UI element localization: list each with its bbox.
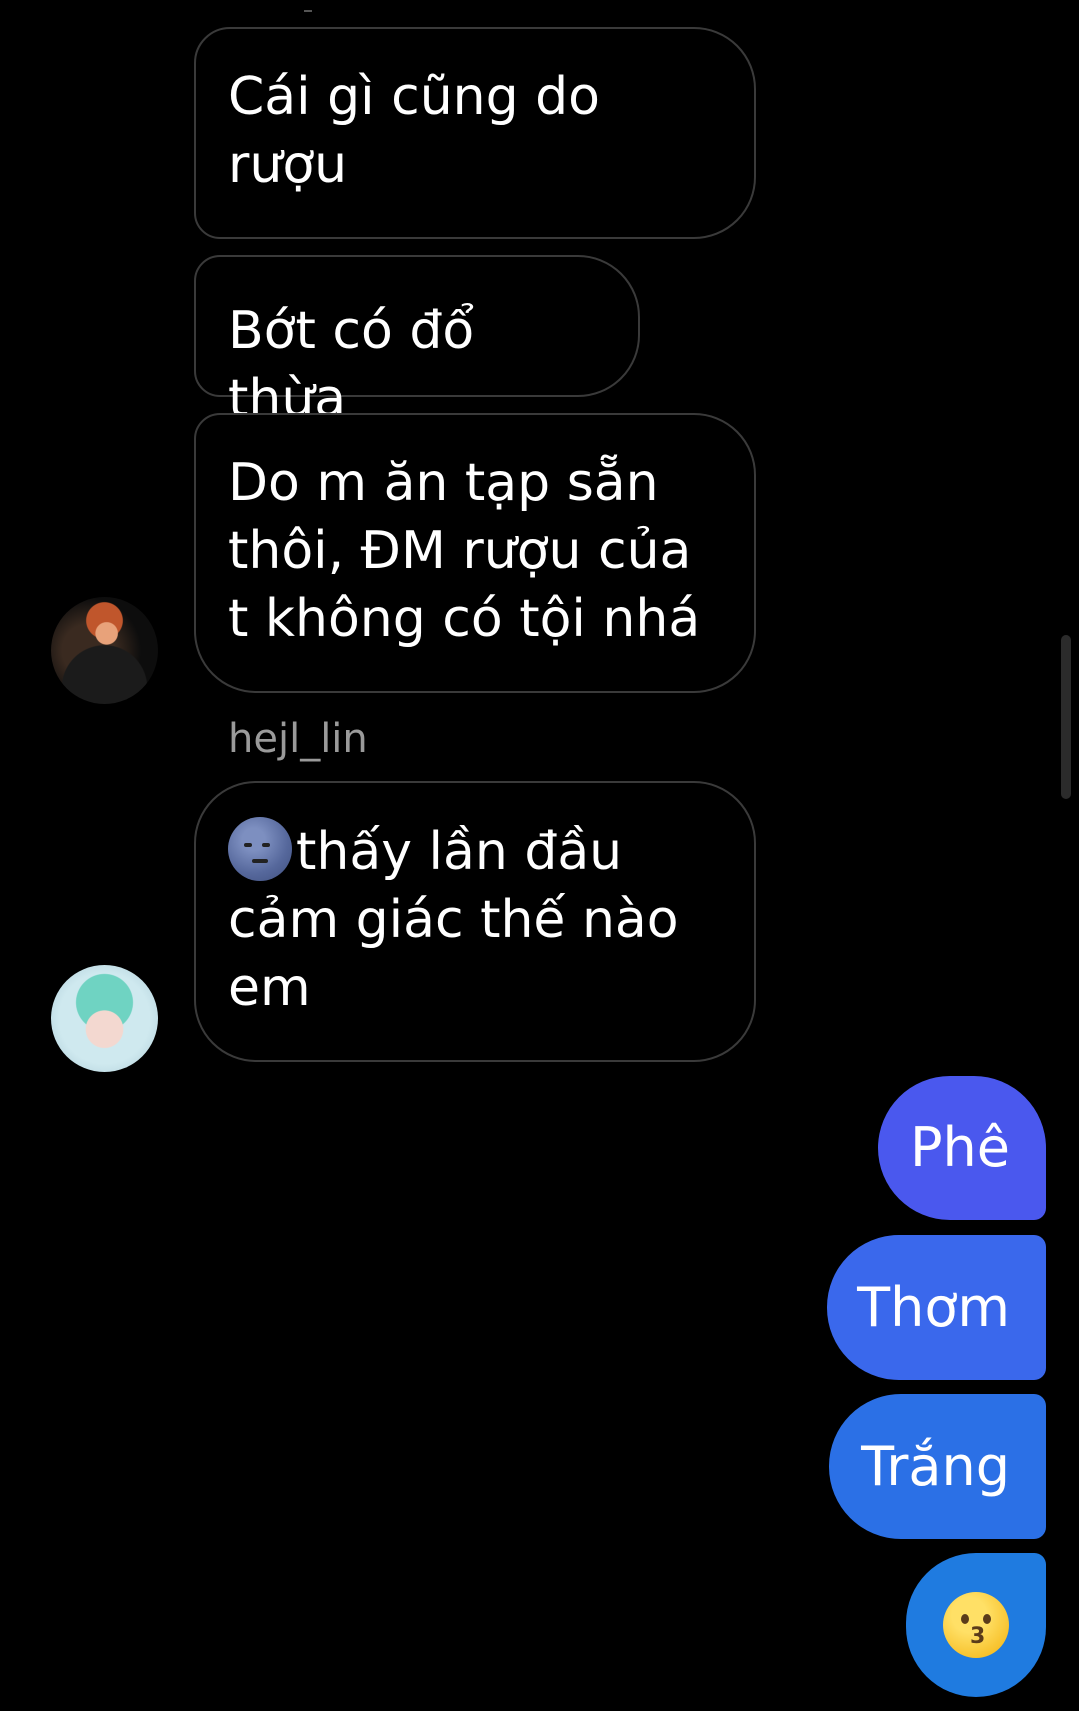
message-incoming-1[interactable]: Cái gì cũng do rượu xyxy=(194,27,756,239)
new-moon-face-emoji-icon xyxy=(228,817,292,881)
scrollbar[interactable] xyxy=(1061,635,1071,799)
top-edge-mark xyxy=(304,10,312,12)
message-outgoing-2[interactable]: Thơm xyxy=(827,1235,1046,1380)
kissing-face-emoji-icon xyxy=(943,1592,1009,1658)
message-text: Do m ăn tạp sẵn thôi, ĐM rượu của t khôn… xyxy=(228,453,701,649)
avatar-sender-1[interactable] xyxy=(51,597,158,704)
message-text: Trắng xyxy=(861,1434,1010,1498)
message-text: Cái gì cũng do rượu xyxy=(228,67,600,195)
message-incoming-3[interactable]: Do m ăn tạp sẵn thôi, ĐM rượu của t khôn… xyxy=(194,413,756,693)
message-outgoing-1[interactable]: Phê xyxy=(878,1076,1046,1220)
message-text: thấy lần đầu cảm giác thế nào em xyxy=(228,822,679,1018)
message-incoming-2[interactable]: Bớt có đổ thừa xyxy=(194,255,640,429)
message-incoming-4[interactable]: thấy lần đầu cảm giác thế nào em xyxy=(194,781,756,1062)
message-outgoing-4[interactable] xyxy=(906,1553,1046,1697)
avatar-sender-2[interactable] xyxy=(51,965,158,1072)
message-outgoing-3[interactable]: Trắng xyxy=(829,1394,1046,1539)
message-text: Bớt có đổ thừa xyxy=(228,301,475,429)
message-text: Phê xyxy=(909,1116,1010,1179)
sender-username: hejl_lin xyxy=(228,716,368,762)
message-text: Thơm xyxy=(857,1275,1010,1339)
